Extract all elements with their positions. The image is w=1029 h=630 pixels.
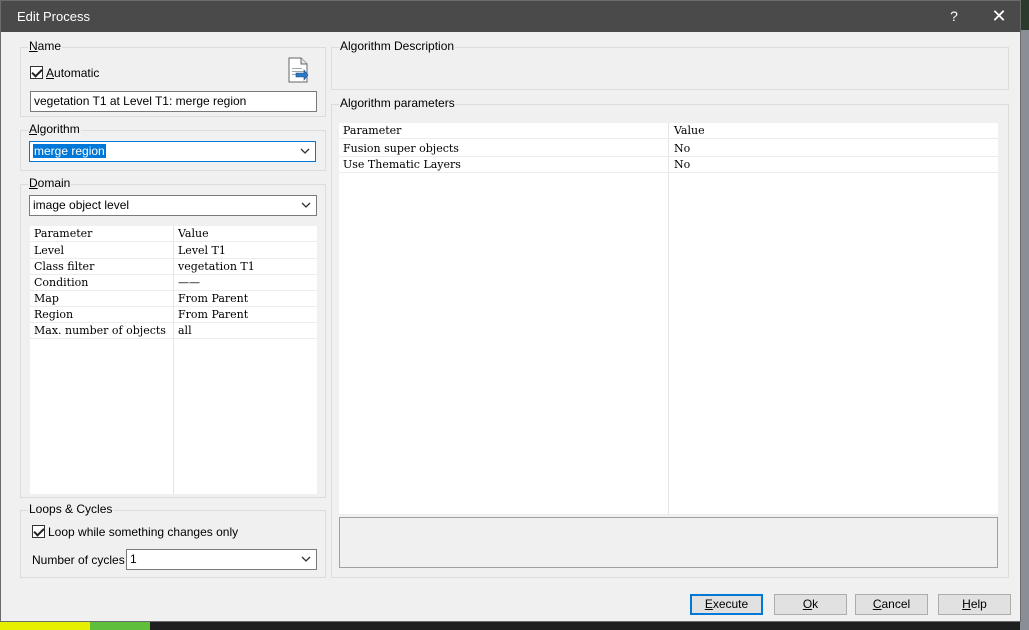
value-cell[interactable]: —— <box>178 276 200 289</box>
cycles-selected-value: 1 <box>130 552 137 566</box>
grid-header-row: Parameter Value <box>30 226 317 242</box>
value-cell[interactable]: all <box>178 324 192 337</box>
loop-changes-checkbox[interactable] <box>32 525 45 538</box>
parameter-cell: Class filter <box>34 260 95 273</box>
automatic-checkbox[interactable] <box>30 66 43 79</box>
algorithm-parameters-label: Algorithm parameters <box>339 96 456 110</box>
execute-button[interactable]: Execute <box>690 594 763 615</box>
table-row[interactable]: Max. number of objects all <box>30 323 317 339</box>
header-parameter: Parameter <box>34 227 93 240</box>
parameter-cell: Max. number of objects <box>34 324 166 337</box>
algorithm-description-label: Algorithm Description <box>339 39 456 53</box>
domain-group-label: Domain <box>28 176 72 190</box>
window-title: Edit Process <box>17 9 90 24</box>
value-cell[interactable]: No <box>674 142 690 155</box>
table-row[interactable]: Fusion super objects No <box>339 141 998 157</box>
cancel-button[interactable]: Cancel <box>855 594 928 615</box>
value-cell[interactable]: From Parent <box>178 292 248 305</box>
algorithm-selected-value: merge region <box>33 144 106 158</box>
process-name-input[interactable]: vegetation T1 at Level T1: merge region <box>30 91 317 112</box>
parameter-cell: Use Thematic Layers <box>343 158 461 171</box>
value-cell[interactable]: vegetation T1 <box>178 260 255 273</box>
background-window-fragment <box>90 622 150 630</box>
header-parameter: Parameter <box>343 124 402 137</box>
loop-changes-label[interactable]: Loop while something changes only <box>48 525 238 539</box>
header-value: Value <box>674 124 705 137</box>
value-cell[interactable]: From Parent <box>178 308 248 321</box>
domain-select[interactable]: image object level <box>29 195 317 216</box>
title-bar[interactable]: Edit Process ? ✕ <box>1 1 1020 32</box>
close-button[interactable]: ✕ <box>976 1 1022 32</box>
chevron-down-icon <box>301 556 311 562</box>
table-row[interactable]: Region From Parent <box>30 307 317 323</box>
ok-button[interactable]: Ok <box>774 594 847 615</box>
parameter-description-box <box>339 517 998 568</box>
algorithm-group-label: Algorithm <box>28 122 81 136</box>
parameter-cell: Condition <box>34 276 89 289</box>
help-button[interactable]: Help <box>938 594 1011 615</box>
parameter-cell: Level <box>34 244 65 257</box>
algorithm-select[interactable]: merge region <box>29 141 316 162</box>
parameter-cell: Map <box>34 292 59 305</box>
parameter-cell: Fusion super objects <box>343 142 459 155</box>
name-group-label: Name <box>28 39 63 53</box>
value-cell[interactable]: No <box>674 158 690 171</box>
chevron-down-icon <box>301 202 311 208</box>
parameter-cell: Region <box>34 308 74 321</box>
table-row[interactable]: Use Thematic Layers No <box>339 157 998 173</box>
background-window-fragment <box>1020 30 1029 630</box>
grid-header-row: Parameter Value <box>339 123 998 139</box>
edit-process-dialog: Edit Process ? ✕ Name Automatic vegetati… <box>0 0 1021 622</box>
cycles-select[interactable]: 1 <box>126 549 317 570</box>
table-row[interactable]: Map From Parent <box>30 291 317 307</box>
document-icon[interactable] <box>287 57 309 83</box>
table-row[interactable]: Condition —— <box>30 275 317 291</box>
background-window-fragment <box>150 622 1029 630</box>
domain-parameters-grid[interactable]: Parameter Value Level Level T1 Class fil… <box>30 226 317 494</box>
header-value: Value <box>178 227 209 240</box>
table-row[interactable]: Level Level T1 <box>30 243 317 259</box>
algorithm-parameters-grid[interactable]: Parameter Value Fusion super objects No … <box>339 123 998 514</box>
domain-selected-value: image object level <box>33 198 130 212</box>
table-row[interactable]: Class filter vegetation T1 <box>30 259 317 275</box>
loops-cycles-label: Loops & Cycles <box>28 502 114 516</box>
chevron-down-icon <box>300 148 310 154</box>
help-title-button[interactable]: ? <box>931 1 977 32</box>
value-cell[interactable]: Level T1 <box>178 244 226 257</box>
automatic-label[interactable]: Automatic <box>46 66 99 80</box>
grid-column-divider[interactable] <box>668 123 669 514</box>
cycles-label: Number of cycles <box>32 553 125 567</box>
algorithm-description-group: Algorithm Description <box>331 39 1009 90</box>
